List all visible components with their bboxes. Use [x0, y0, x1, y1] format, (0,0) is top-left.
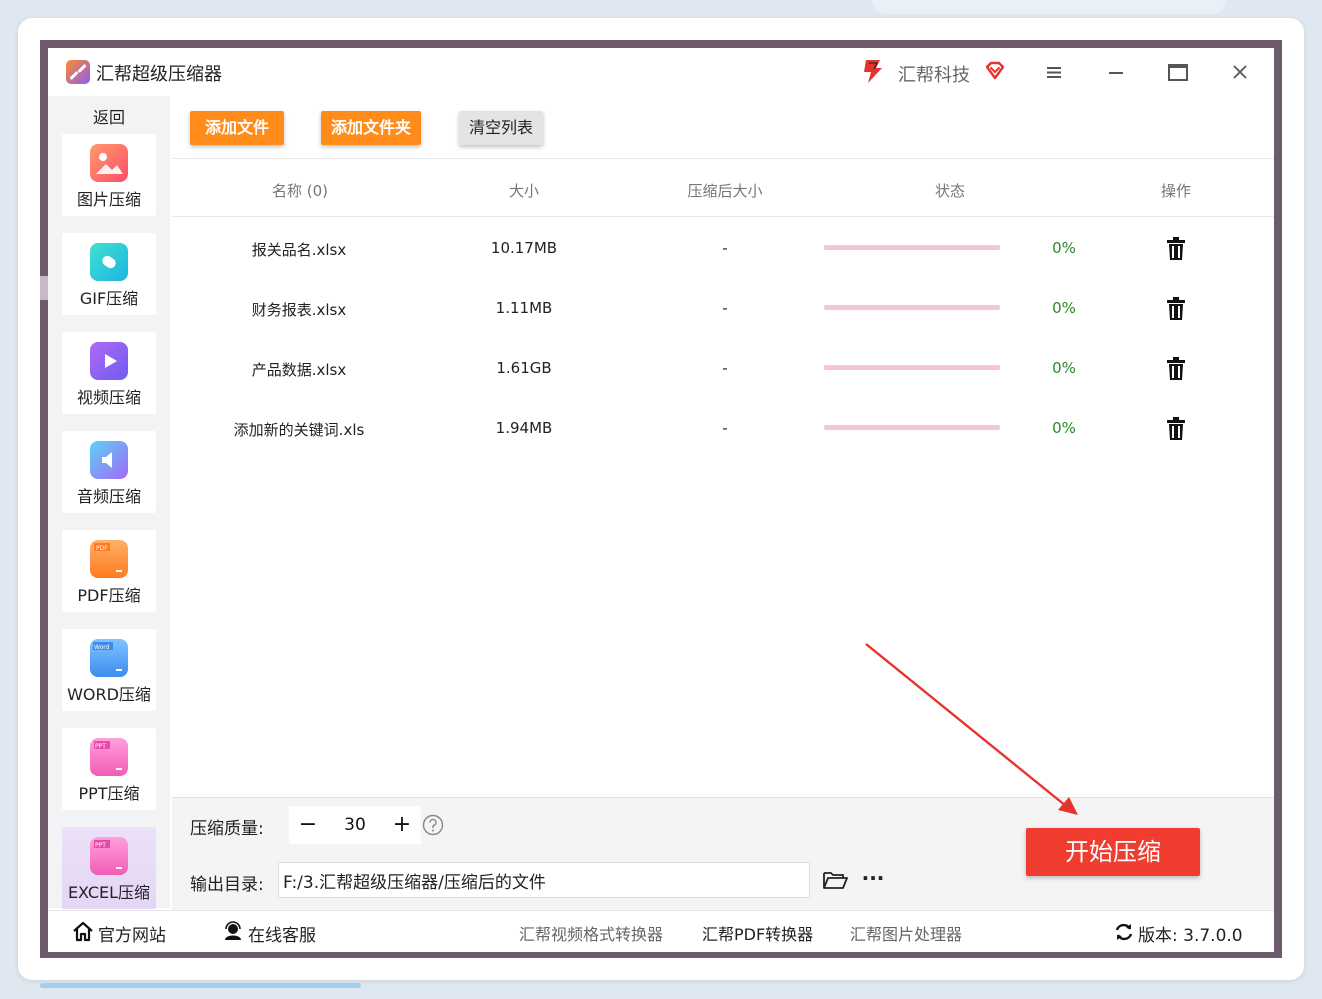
progress-percent: 0% — [1052, 299, 1076, 317]
file-name: 财务报表.xlsx — [251, 301, 347, 319]
clear-list-button[interactable]: 清空列表 — [459, 111, 543, 145]
brand-logo-icon — [864, 60, 882, 83]
online-support-link[interactable]: 在线客服 — [248, 921, 316, 946]
progress-percent: 0% — [1052, 419, 1076, 437]
quality-value[interactable]: 30 — [327, 806, 383, 844]
help-icon[interactable] — [422, 814, 444, 836]
file-size: 1.94MB — [495, 419, 553, 437]
ppt-file-icon: PPT — [90, 738, 128, 776]
output-dir-label: 输出目录: — [190, 875, 264, 895]
delete-icon[interactable] — [1166, 237, 1186, 261]
decrease-button[interactable]: − — [289, 806, 327, 844]
back-button[interactable]: 返回 — [48, 104, 170, 128]
file-name: 添加新的关键词.xls — [233, 421, 365, 439]
sidebar-item-word[interactable]: Word WORD压缩 — [62, 629, 156, 711]
progress-bar — [824, 425, 1000, 430]
version-label: 版本: 3.7.0.0 — [1138, 926, 1243, 946]
file-name: 报关品名.xlsx — [251, 241, 347, 259]
output-path-input[interactable] — [278, 862, 810, 898]
sidebar-item-label: PDF压缩 — [77, 586, 141, 605]
more-options-icon[interactable]: ··· — [860, 868, 886, 892]
sidebar-item-gif[interactable]: GIF压缩 — [62, 233, 156, 315]
image-icon — [90, 144, 128, 182]
add-file-button[interactable]: 添加文件 — [190, 111, 284, 145]
compressed-size: - — [722, 239, 728, 257]
file-size: 1.11MB — [495, 299, 553, 317]
minimize-icon[interactable] — [1104, 60, 1128, 84]
delete-icon[interactable] — [1166, 357, 1186, 381]
video-play-icon — [90, 342, 128, 380]
progress-bar — [824, 305, 1000, 310]
vip-diamond-icon[interactable] — [984, 60, 1006, 82]
delete-icon[interactable] — [1166, 297, 1186, 321]
sidebar-item-pdf[interactable]: PDF PDF压缩 — [62, 530, 156, 612]
sidebar-item-excel[interactable]: PPT EXCEL压缩 — [62, 827, 156, 909]
add-folder-button[interactable]: 添加文件夹 — [321, 111, 421, 145]
background-decoration — [872, 0, 1226, 14]
close-icon[interactable] — [1228, 60, 1252, 84]
audio-icon — [90, 441, 128, 479]
background-accent-line — [40, 983, 361, 988]
word-file-icon: Word — [90, 639, 128, 677]
quality-label: 压缩质量: — [190, 819, 264, 839]
file-size: 1.61GB — [496, 359, 552, 377]
sidebar-item-label: 音频压缩 — [76, 487, 141, 506]
svg-text:Word: Word — [94, 644, 110, 651]
pdf-file-icon: PDF — [90, 540, 128, 578]
customer-service-icon — [225, 921, 241, 940]
divider — [172, 216, 1274, 217]
column-header-action: 操作 — [1160, 182, 1191, 200]
frame-strip — [40, 276, 48, 300]
sidebar-item-label: EXCEL压缩 — [67, 883, 151, 902]
pdf-converter-link[interactable]: 汇帮PDF转换器 — [702, 921, 813, 945]
file-name: 产品数据.xlsx — [251, 361, 347, 379]
gif-icon — [90, 243, 128, 281]
sidebar-item-label: 视频压缩 — [76, 388, 141, 407]
progress-percent: 0% — [1052, 239, 1076, 257]
folder-open-icon[interactable] — [822, 869, 848, 891]
svg-text:PPT: PPT — [95, 842, 106, 849]
compressed-size: - — [722, 359, 728, 377]
home-icon — [73, 921, 93, 942]
progress-bar — [824, 245, 1000, 250]
video-converter-link[interactable]: 汇帮视频格式转换器 — [519, 921, 663, 945]
divider — [172, 158, 1274, 159]
compressed-size: - — [722, 419, 728, 437]
column-header-compressed-size: 压缩后大小 — [687, 182, 763, 200]
sidebar: 返回 图片压缩 GIF压缩 视频压缩 音频压缩 PDF PDF压缩 Word W… — [48, 96, 170, 909]
start-compress-button[interactable]: 开始压缩 — [1026, 828, 1200, 876]
svg-text:PPT: PPT — [95, 743, 106, 750]
sidebar-item-label: GIF压缩 — [79, 289, 139, 308]
delete-icon[interactable] — [1166, 417, 1186, 441]
sidebar-item-audio[interactable]: 音频压缩 — [62, 431, 156, 513]
progress-bar — [824, 365, 1000, 370]
app-title: 汇帮超级压缩器 — [96, 64, 222, 85]
sidebar-item-label: PPT压缩 — [78, 784, 140, 803]
brand-name: 汇帮科技 — [898, 65, 970, 86]
increase-button[interactable]: + — [383, 806, 421, 844]
column-header-status: 状态 — [934, 182, 965, 200]
sidebar-item-image[interactable]: 图片压缩 — [62, 134, 156, 216]
svg-text:PDF: PDF — [96, 545, 108, 552]
menu-icon[interactable] — [1042, 60, 1066, 84]
sidebar-item-video[interactable]: 视频压缩 — [62, 332, 156, 414]
sidebar-item-label: 图片压缩 — [76, 190, 141, 209]
maximize-icon[interactable] — [1166, 60, 1190, 84]
refresh-icon[interactable] — [1114, 922, 1134, 942]
sidebar-item-ppt[interactable]: PPT PPT压缩 — [62, 728, 156, 810]
title-bar: 汇帮超级压缩器 汇帮科技 — [48, 48, 1274, 96]
progress-percent: 0% — [1052, 359, 1076, 377]
app-logo-icon — [66, 60, 90, 84]
status-bar: 官方网站 在线客服 汇帮视频格式转换器 汇帮PDF转换器 汇帮图片处理器 版本:… — [48, 910, 1274, 952]
official-website-link[interactable]: 官方网站 — [98, 921, 166, 946]
image-processor-link[interactable]: 汇帮图片处理器 — [850, 921, 962, 945]
column-header-name: 名称 (0) — [271, 182, 329, 200]
column-header-size: 大小 — [508, 182, 539, 200]
compressed-size: - — [722, 299, 728, 317]
file-size: 10.17MB — [490, 239, 558, 257]
sidebar-item-label: WORD压缩 — [67, 685, 151, 704]
quality-stepper: − 30 + — [289, 806, 421, 844]
app-window: 汇帮超级压缩器 汇帮科技 返回 图片压缩 GIF压缩 视频压缩 音频压缩 PDF… — [48, 48, 1274, 952]
excel-file-icon: PPT — [90, 837, 128, 875]
